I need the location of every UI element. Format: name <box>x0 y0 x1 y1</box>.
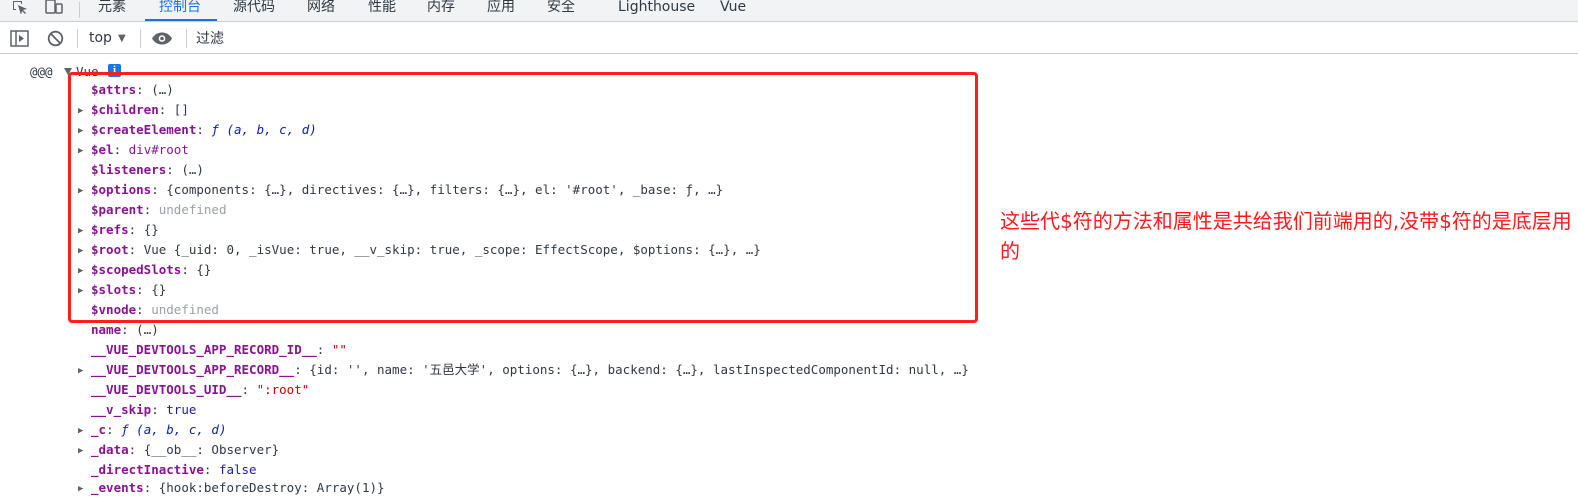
property-value[interactable]: (…) <box>136 322 159 337</box>
tab-security[interactable]: 安全 <box>547 0 575 19</box>
console-property-row[interactable]: ▶ _events: {hook:beforeDestroy: Array(1)} <box>78 478 385 498</box>
active-tab-indicator <box>145 19 217 21</box>
tab-application[interactable]: 应用 <box>487 0 515 19</box>
property-value: {hook:beforeDestroy: Array(1)} <box>158 480 385 495</box>
live-expression-eye-icon[interactable] <box>151 32 173 45</box>
expand-triangle-icon[interactable]: ▶ <box>78 479 91 499</box>
property-key: __VUE_DEVTOOLS_UID__ <box>91 382 242 397</box>
chevron-down-icon[interactable]: ▼ <box>118 29 126 48</box>
property-key: _data <box>91 442 129 457</box>
console-property-row: __VUE_DEVTOOLS_UID__: ":root" <box>91 382 310 397</box>
property-key: __v_skip <box>91 402 152 417</box>
property-value: true <box>166 402 197 417</box>
console-property-row: __VUE_DEVTOOLS_APP_RECORD_ID__: "" <box>91 342 347 357</box>
property-value: false <box>218 462 257 477</box>
clear-console-icon[interactable] <box>47 30 64 47</box>
tab-bar-divider <box>79 2 80 18</box>
tab-lighthouse[interactable]: Lighthouse <box>618 0 695 19</box>
property-value: ":root" <box>256 382 310 397</box>
console-property-row[interactable]: ▶ _data: {__ob__: Observer} <box>78 440 279 460</box>
property-value: {__ob__: Observer} <box>143 442 280 457</box>
console-property-row: _directInactive: false <box>91 462 257 477</box>
tab-console[interactable]: 控制台 <box>159 0 201 19</box>
console-property-row[interactable]: ▶ __VUE_DEVTOOLS_APP_RECORD__: {id: '', n… <box>78 360 969 380</box>
inspect-element-icon[interactable] <box>12 0 30 14</box>
annotation-note: 这些代$符的方法和属性是共给我们前端用的,没带$符的是底层用的 <box>1000 209 1572 263</box>
console-property-row[interactable]: ▶ _c: ƒ (a, b, c, d) <box>78 420 226 440</box>
devtools-tab-bar: 元素 控制台 源代码 网络 性能 内存 应用 安全 Lighthouse Vue <box>0 0 1578 22</box>
console-property-row: __v_skip: true <box>91 402 197 417</box>
context-selector[interactable]: top <box>89 29 112 48</box>
log-prefix: @@@ <box>30 64 53 79</box>
property-key: __VUE_DEVTOOLS_APP_RECORD_ID__ <box>91 342 317 357</box>
sidebar-toggle-icon[interactable] <box>10 30 29 47</box>
property-key: __VUE_DEVTOOLS_APP_RECORD__ <box>91 362 295 377</box>
console-property-row[interactable]: name: (…) <box>78 320 159 340</box>
property-key: name <box>91 322 122 337</box>
tab-performance[interactable]: 性能 <box>368 0 396 19</box>
toolbar-divider <box>77 29 78 48</box>
property-value: {id: '', name: '五邑大学', options: {…}, bac… <box>309 362 969 377</box>
property-key: _directInactive <box>91 462 204 477</box>
tab-vue[interactable]: Vue <box>720 0 746 19</box>
property-key: _c <box>91 422 107 437</box>
tab-network[interactable]: 网络 <box>307 0 335 19</box>
expand-triangle-icon[interactable]: ▶ <box>78 361 91 381</box>
console-toolbar: top ▼ <box>0 23 1578 54</box>
toolbar-divider <box>186 29 187 48</box>
highlight-box <box>68 72 978 323</box>
tab-memory[interactable]: 内存 <box>427 0 455 19</box>
property-value: ƒ (a, b, c, d) <box>121 422 227 437</box>
expand-triangle-icon[interactable]: ▶ <box>78 421 91 441</box>
property-value: "" <box>331 342 347 357</box>
toolbar-divider <box>140 29 141 48</box>
expand-triangle-icon[interactable]: ▶ <box>78 441 91 461</box>
tab-sources[interactable]: 源代码 <box>233 0 275 19</box>
filter-input[interactable] <box>196 27 1566 50</box>
device-toolbar-icon[interactable] <box>44 0 64 14</box>
property-key: _events <box>91 480 144 495</box>
tab-elements[interactable]: 元素 <box>98 0 126 19</box>
